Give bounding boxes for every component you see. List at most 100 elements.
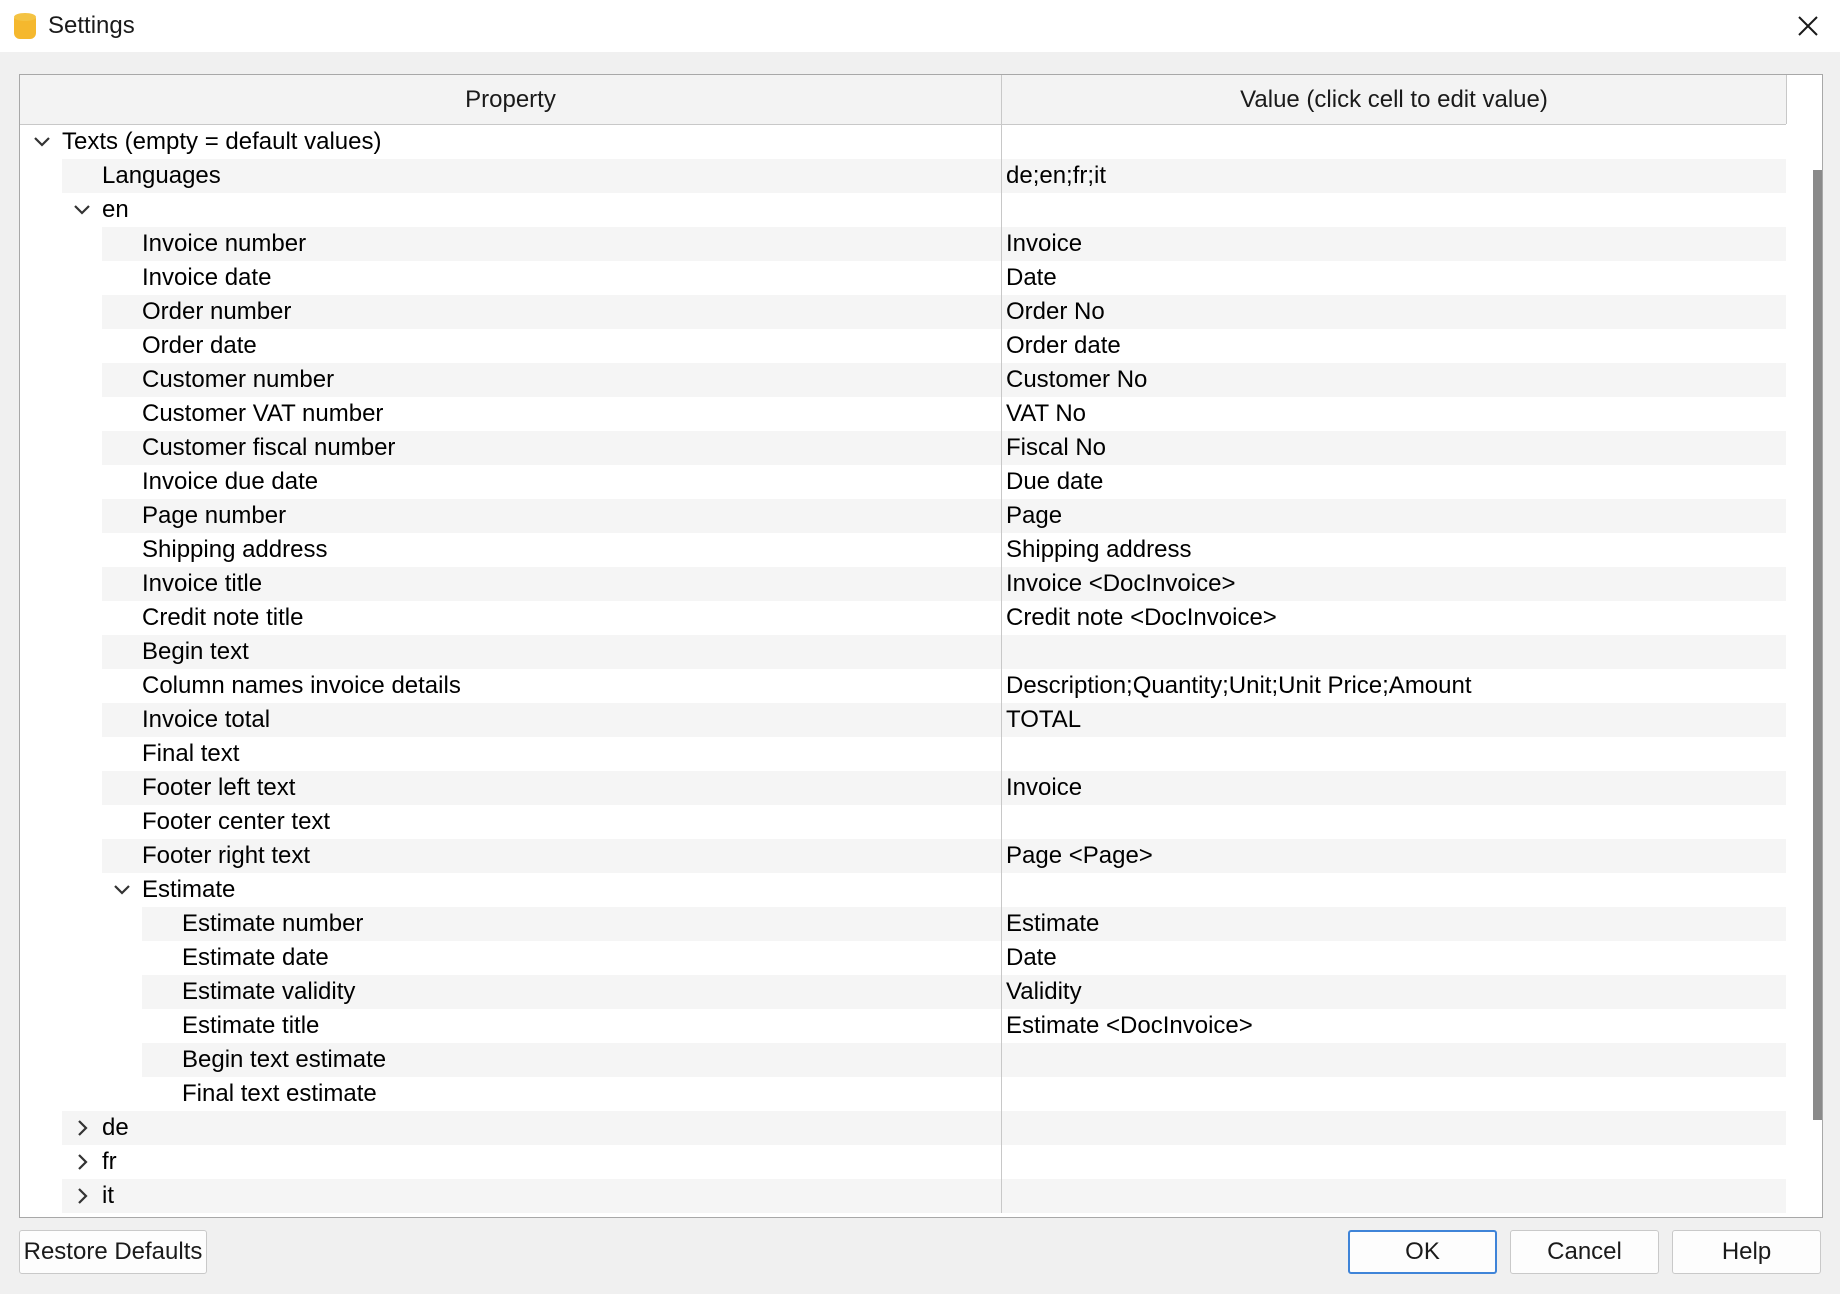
chevron-down-icon[interactable]: [72, 200, 92, 220]
table-row[interactable]: Estimate: [20, 873, 1786, 907]
property-cell[interactable]: Texts (empty = default values): [20, 125, 1002, 159]
property-cell[interactable]: Column names invoice details: [20, 669, 1002, 703]
property-cell[interactable]: en: [20, 193, 1002, 227]
table-row[interactable]: Column names invoice details Description;…: [20, 669, 1786, 703]
table-row[interactable]: Final text: [20, 737, 1786, 771]
property-cell[interactable]: it: [20, 1179, 1002, 1213]
table-row[interactable]: Estimate validity Validity: [20, 975, 1786, 1009]
property-cell[interactable]: Final text: [20, 737, 1002, 771]
value-cell[interactable]: [1002, 737, 1786, 771]
property-cell[interactable]: Begin text: [20, 635, 1002, 669]
property-cell[interactable]: Estimate date: [20, 941, 1002, 975]
value-cell[interactable]: [1002, 635, 1786, 669]
property-cell[interactable]: Order date: [20, 329, 1002, 363]
table-row[interactable]: Credit note title Credit note <DocInvoice…: [20, 601, 1786, 635]
value-cell[interactable]: Due date: [1002, 465, 1786, 499]
value-cell[interactable]: Credit note <DocInvoice>: [1002, 601, 1786, 635]
table-row[interactable]: it: [20, 1179, 1786, 1213]
property-cell[interactable]: Footer left text: [20, 771, 1002, 805]
chevron-right-icon[interactable]: [72, 1118, 92, 1138]
property-cell[interactable]: Invoice date: [20, 261, 1002, 295]
table-row[interactable]: Begin text estimate: [20, 1043, 1786, 1077]
value-cell[interactable]: Page <Page>: [1002, 839, 1786, 873]
cancel-button[interactable]: Cancel: [1510, 1230, 1659, 1274]
value-cell[interactable]: [1002, 125, 1786, 159]
property-cell[interactable]: Invoice title: [20, 567, 1002, 601]
property-cell[interactable]: Footer center text: [20, 805, 1002, 839]
value-cell[interactable]: Order date: [1002, 329, 1786, 363]
table-row[interactable]: Footer left text Invoice: [20, 771, 1786, 805]
value-cell[interactable]: Estimate <DocInvoice>: [1002, 1009, 1786, 1043]
chevron-right-icon[interactable]: [72, 1152, 92, 1172]
property-cell[interactable]: Estimate: [20, 873, 1002, 907]
table-row[interactable]: Order number Order No: [20, 295, 1786, 329]
value-cell[interactable]: Date: [1002, 941, 1786, 975]
value-cell[interactable]: VAT No: [1002, 397, 1786, 431]
table-row[interactable]: Customer number Customer No: [20, 363, 1786, 397]
property-cell[interactable]: Customer fiscal number: [20, 431, 1002, 465]
property-cell[interactable]: Shipping address: [20, 533, 1002, 567]
property-cell[interactable]: Customer VAT number: [20, 397, 1002, 431]
chevron-down-icon[interactable]: [112, 880, 132, 900]
value-cell[interactable]: Invoice <DocInvoice>: [1002, 567, 1786, 601]
property-cell[interactable]: Begin text estimate: [20, 1043, 1002, 1077]
property-cell[interactable]: Order number: [20, 295, 1002, 329]
value-cell[interactable]: Invoice: [1002, 227, 1786, 261]
scrollbar-thumb[interactable]: [1813, 170, 1822, 1120]
table-row[interactable]: Texts (empty = default values): [20, 125, 1786, 159]
table-row[interactable]: Invoice due date Due date: [20, 465, 1786, 499]
help-button[interactable]: Help: [1672, 1230, 1821, 1274]
value-cell[interactable]: de;en;fr;it: [1002, 159, 1786, 193]
property-cell[interactable]: Customer number: [20, 363, 1002, 397]
property-cell[interactable]: Credit note title: [20, 601, 1002, 635]
property-cell[interactable]: Final text estimate: [20, 1077, 1002, 1111]
table-row[interactable]: en: [20, 193, 1786, 227]
close-button[interactable]: [1786, 4, 1830, 48]
vertical-scrollbar[interactable]: [1788, 75, 1822, 1217]
table-row[interactable]: Footer center text: [20, 805, 1786, 839]
table-row[interactable]: fr: [20, 1145, 1786, 1179]
table-row[interactable]: Order date Order date: [20, 329, 1786, 363]
property-cell[interactable]: Estimate title: [20, 1009, 1002, 1043]
table-row[interactable]: Footer right text Page <Page>: [20, 839, 1786, 873]
value-cell[interactable]: Page: [1002, 499, 1786, 533]
table-row[interactable]: Invoice total TOTAL: [20, 703, 1786, 737]
value-cell[interactable]: Fiscal No: [1002, 431, 1786, 465]
table-row[interactable]: Invoice number Invoice: [20, 227, 1786, 261]
table-row[interactable]: Estimate title Estimate <DocInvoice>: [20, 1009, 1786, 1043]
value-cell[interactable]: TOTAL: [1002, 703, 1786, 737]
value-cell[interactable]: [1002, 805, 1786, 839]
table-row[interactable]: Languages de;en;fr;it: [20, 159, 1786, 193]
value-cell[interactable]: Invoice: [1002, 771, 1786, 805]
value-cell[interactable]: [1002, 1145, 1786, 1179]
table-row[interactable]: Begin text: [20, 635, 1786, 669]
chevron-down-icon[interactable]: [32, 132, 52, 152]
property-cell[interactable]: Estimate validity: [20, 975, 1002, 1009]
table-row[interactable]: Estimate date Date: [20, 941, 1786, 975]
value-cell[interactable]: [1002, 1077, 1786, 1111]
property-cell[interactable]: Invoice due date: [20, 465, 1002, 499]
table-row[interactable]: de: [20, 1111, 1786, 1145]
value-cell[interactable]: [1002, 1043, 1786, 1077]
value-cell[interactable]: [1002, 193, 1786, 227]
table-row[interactable]: Page number Page: [20, 499, 1786, 533]
value-cell[interactable]: [1002, 1111, 1786, 1145]
value-cell[interactable]: Estimate: [1002, 907, 1786, 941]
value-cell[interactable]: Validity: [1002, 975, 1786, 1009]
value-cell[interactable]: [1002, 1179, 1786, 1213]
property-cell[interactable]: de: [20, 1111, 1002, 1145]
property-cell[interactable]: Estimate number: [20, 907, 1002, 941]
table-row[interactable]: Customer VAT number VAT No: [20, 397, 1786, 431]
value-cell[interactable]: Description;Quantity;Unit;Unit Price;Amo…: [1002, 669, 1786, 703]
value-cell[interactable]: [1002, 873, 1786, 907]
restore-defaults-button[interactable]: Restore Defaults: [19, 1230, 207, 1274]
column-header-value[interactable]: Value (click cell to edit value): [1002, 75, 1787, 124]
value-cell[interactable]: Shipping address: [1002, 533, 1786, 567]
ok-button[interactable]: OK: [1348, 1230, 1497, 1274]
value-cell[interactable]: Order No: [1002, 295, 1786, 329]
property-cell[interactable]: Footer right text: [20, 839, 1002, 873]
table-row[interactable]: Shipping address Shipping address: [20, 533, 1786, 567]
table-row[interactable]: Estimate number Estimate: [20, 907, 1786, 941]
column-header-property[interactable]: Property: [20, 75, 1002, 124]
value-cell[interactable]: Customer No: [1002, 363, 1786, 397]
